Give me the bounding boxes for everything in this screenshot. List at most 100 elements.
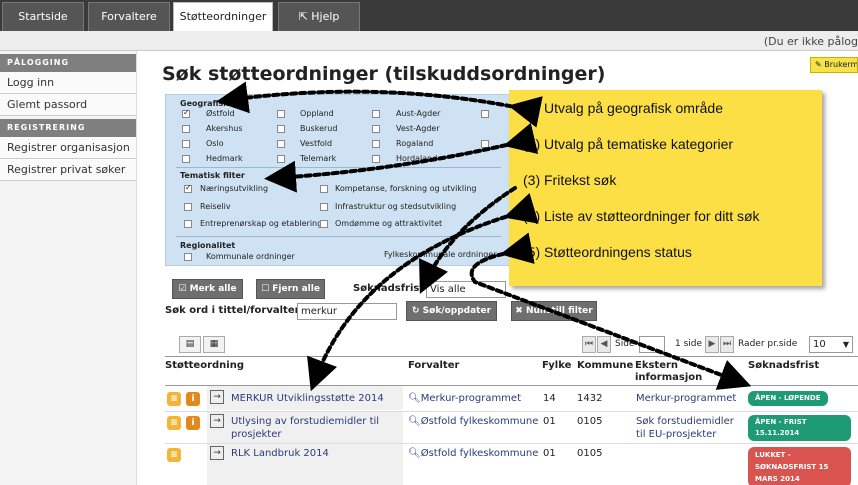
annotation-callout-box: (1) Utvalg på geografisk område (2) Utva… [509, 90, 822, 286]
regional-label: Kommunale ordninger [206, 252, 295, 261]
table-cell-name[interactable]: Utlysing av forstudiemidler til prosjekt… [231, 415, 399, 441]
info-icon[interactable]: ≡ [167, 416, 181, 430]
tematisk-heading: Tematisk filter [180, 171, 245, 180]
prev-page-icon[interactable]: ◀ [597, 336, 611, 353]
info-icon[interactable]: ≡ [167, 448, 181, 462]
open-arrow-icon[interactable]: → [210, 414, 224, 428]
col-header-fylke: Fylke [542, 360, 572, 371]
tematisk-label: Reiseliv [200, 202, 231, 211]
sidebar-item-registrer-privat[interactable]: Registrer privat søker [0, 159, 136, 181]
callout-1: (1) Utvalg på geografisk område [523, 100, 723, 116]
fjern-alle-label: Fjern alle [272, 284, 320, 294]
checkbox-telemark[interactable] [277, 155, 285, 163]
checkbox-geo-more[interactable] [481, 140, 489, 148]
nullstill-filter-label: Nullstill filter [525, 306, 593, 316]
forvalter-link: Merkur-programmet [420, 393, 521, 404]
open-arrow-icon[interactable]: → [210, 390, 224, 404]
search-input[interactable]: merkur [297, 303, 397, 320]
page-info: 1 side [675, 339, 703, 349]
first-page-icon[interactable]: ⏮ [582, 336, 596, 353]
tab-startside[interactable]: Startside [2, 2, 84, 31]
callout-2: (2) Utvalg på tematiske kategorier [523, 136, 734, 152]
document-icon: ✎ [815, 60, 825, 69]
rader-select[interactable]: 10 ▼ [809, 336, 853, 353]
search-icon: 🔍︎ [408, 416, 421, 427]
sidebar: PÅLOGGING Logg inn Glemt passord REGISTR… [0, 51, 137, 485]
sok-oppdater-button[interactable]: ↻ Søk/oppdater [406, 301, 497, 321]
checkbox-oppland[interactable] [277, 110, 285, 118]
geo-label: Telemark [300, 154, 337, 163]
checkbox-naeringsutvikling[interactable] [184, 183, 192, 193]
page-number-input[interactable] [639, 336, 665, 353]
table-cell-ekstern[interactable]: Merkur-programmet [636, 392, 736, 405]
merk-alle-button[interactable]: ☑ Merk alle [172, 279, 243, 299]
login-notice: (Du er ikke pålog [763, 35, 858, 48]
tematisk-label: Kompetanse, forskning og utvikling [335, 184, 477, 193]
geo-label: Buskerud [300, 124, 338, 133]
checkbox-vestfold[interactable] [277, 140, 285, 148]
sidebar-heading-palogging: PÅLOGGING [0, 54, 136, 72]
nullstill-filter-button[interactable]: ✖ Nullstill filter [511, 301, 597, 321]
table-cell-name[interactable]: RLK Landbruk 2014 [231, 447, 329, 460]
sidebar-heading-registrering: REGISTRERING [0, 119, 136, 137]
last-page-icon[interactable]: ⏭ [720, 336, 734, 353]
checkbox-entreprenorskap[interactable] [184, 220, 192, 228]
table-cell-ekstern[interactable]: Søk forstudiemidler til EU-prosjekter [636, 415, 741, 441]
side-label: Side [615, 339, 635, 349]
tab-hjelp[interactable]: ⇱ Hjelp [278, 2, 360, 31]
sidebar-item-registrer-organisasjon[interactable]: Registrer organisasjon [0, 137, 136, 159]
checkbox-geo-more[interactable] [481, 110, 489, 118]
close-icon: ✖ [515, 306, 526, 316]
page-title: Søk støtteordninger (tilskuddsordninger) [162, 63, 606, 85]
divider [176, 236, 501, 237]
table-cell-name[interactable]: MERKUR Utviklingsstøtte 2014 [231, 392, 384, 405]
col-header-forvalter: Forvalter [408, 360, 460, 371]
external-link-icon: ⇱ [298, 10, 312, 23]
details-icon[interactable]: i [186, 392, 200, 406]
checkbox-omdomme[interactable] [320, 220, 328, 228]
regional-label: Fylkeskommunale ordninger [384, 250, 497, 259]
top-navigation-bar: Startside Forvaltere Støtteordninger ⇱ H… [0, 0, 858, 31]
next-page-icon[interactable]: ▶ [705, 336, 719, 353]
checkbox-akershus[interactable] [182, 125, 190, 133]
soknadsfrist-select[interactable]: Vis alle [426, 281, 506, 298]
info-icon[interactable]: ≡ [167, 392, 181, 406]
checkbox-aust-agder[interactable] [372, 110, 380, 118]
excel-export-icon[interactable]: ▦ [203, 336, 225, 353]
details-icon[interactable]: i [186, 416, 200, 430]
user-manual-button[interactable]: ✎ Brukerm [810, 57, 858, 73]
checkbox-kompetanse[interactable] [320, 185, 328, 193]
table-cell-kommune: 1432 [577, 393, 603, 404]
checkbox-oslo[interactable] [182, 140, 190, 148]
open-arrow-icon[interactable]: → [210, 446, 224, 460]
checkbox-ostfold[interactable] [182, 108, 190, 118]
checkbox-hedmark[interactable] [182, 155, 190, 163]
checkbox-vest-agder[interactable] [372, 125, 380, 133]
sidebar-item-logg-inn[interactable]: Logg inn [0, 72, 136, 94]
callout-4: (4) Liste av støtteordninger for ditt sø… [523, 208, 760, 224]
checkbox-kommunale[interactable] [184, 253, 192, 261]
divider [165, 411, 858, 412]
checkbox-buskerud[interactable] [277, 125, 285, 133]
checkbox-hordaland[interactable] [372, 155, 380, 163]
divider [165, 356, 858, 357]
rader-value: 10 [813, 339, 826, 350]
tab-forvaltere[interactable]: Forvaltere [88, 2, 170, 31]
table-cell-forvalter[interactable]: 🔍︎Merkur-programmet [408, 392, 521, 405]
pdf-export-icon[interactable]: ▤ [179, 336, 201, 353]
tab-stotteordninger[interactable]: Støtteordninger [173, 2, 273, 31]
fjern-alle-button[interactable]: ☐ Fjern alle [256, 279, 325, 299]
col-header-soknadsfrist: Søknadsfrist [748, 360, 820, 371]
table-cell-fylke: 14 [543, 393, 556, 404]
geo-label: Oslo [206, 139, 224, 148]
search-label: Søk ord i tittel/forvalter [165, 305, 300, 316]
table-cell-forvalter[interactable]: 🔍︎Østfold fylkeskommune [408, 415, 538, 428]
checkbox-rogaland[interactable] [372, 140, 380, 148]
sidebar-item-glemt-passord[interactable]: Glemt passord [0, 94, 136, 116]
tematisk-label: Næringsutvikling [200, 184, 269, 193]
checkbox-reiseliv[interactable] [184, 203, 192, 211]
status-badge: ÅPEN - LØPENDE [748, 391, 828, 406]
table-cell-kommune: 0105 [577, 416, 603, 427]
checkbox-infrastruktur[interactable] [320, 203, 328, 211]
table-cell-forvalter[interactable]: 🔍︎Østfold fylkeskommune [408, 447, 538, 460]
